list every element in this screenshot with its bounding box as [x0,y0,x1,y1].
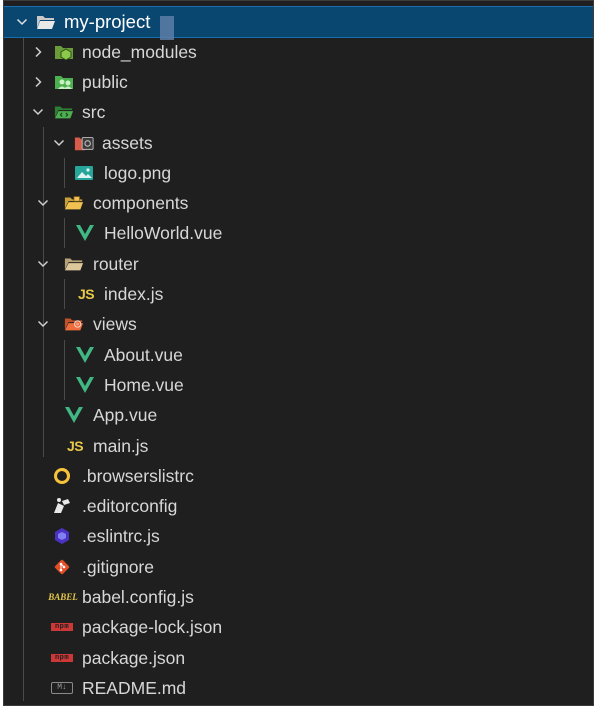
npm-badge: npm [51,654,73,662]
chevron-down-icon[interactable] [35,249,51,279]
tree-item-label: node_modules [82,42,197,62]
chevron-down-icon[interactable] [35,188,51,218]
tree-item-assets[interactable]: assets [4,128,593,158]
js-file-icon: JS [77,286,95,302]
explorer-root-folder[interactable]: my-project [4,6,593,40]
babel-icon: BABEL [48,592,78,602]
tree-item-package-json[interactable]: npm package.json [4,643,593,673]
folder-open-icon [36,12,56,32]
tree-item-label: HelloWorld.vue [104,223,223,243]
tree-item-label: README.md [82,678,187,698]
public-folder-icon [54,72,74,92]
js-file-icon: JS [66,438,84,454]
image-file-icon [74,163,94,183]
tree-item-label: logo.png [104,163,172,183]
tree-item-src[interactable]: src [4,97,593,127]
git-icon [52,557,72,577]
editorconfig-icon [52,496,72,516]
tree-item-index-js[interactable]: JS index.js [4,279,593,309]
tree-item-label: package.json [82,648,186,668]
tree-item-app-vue[interactable]: App.vue [4,400,593,430]
tree-item-home-vue[interactable]: Home.vue [4,370,593,400]
chevron-right-icon[interactable] [30,67,46,97]
tree-item-public[interactable]: public [4,67,593,97]
chevron-down-icon[interactable] [51,128,67,158]
vue-file-icon [64,405,84,425]
tree-item-browserslistrc[interactable]: .browserslistrc [4,461,593,491]
tree-item-label: babel.config.js [82,587,194,607]
tree-item-babel-config-js[interactable]: BABEL babel.config.js [4,582,593,612]
assets-folder-icon [74,133,94,153]
tree-item-eslintrc-js[interactable]: .eslintrc.js [4,521,593,551]
tree-item-about-vue[interactable]: About.vue [4,340,593,370]
tree-item-label: .browserslistrc [82,466,194,486]
markdown-badge: M↓ [51,682,73,694]
vue-file-icon [75,223,95,243]
browserslist-icon [52,466,72,486]
root-folder-label: my-project [64,11,151,32]
tree-item-label: package-lock.json [82,617,223,637]
tree-item-node-modules[interactable]: node_modules [4,37,593,67]
chevron-down-icon[interactable] [14,7,30,37]
vue-file-icon [75,375,95,395]
tree-item-label: .editorconfig [82,496,178,516]
chevron-right-icon[interactable] [30,37,46,67]
tree-item-label: index.js [104,284,164,304]
tree-item-package-lock-json[interactable]: npm package-lock.json [4,612,593,642]
eslint-icon [52,526,72,546]
npm-badge: npm [51,623,73,631]
vue-file-icon [75,345,95,365]
tree-item-label: views [93,314,137,334]
tree-item-label: components [93,193,189,213]
tree-item-editorconfig[interactable]: .editorconfig [4,491,593,521]
tree-item-logo-png[interactable]: logo.png [4,158,593,188]
tree-item-label: Home.vue [104,375,184,395]
tree-item-label: About.vue [104,345,183,365]
tree-item-main-js[interactable]: JS main.js [4,431,593,461]
tree-item-label: src [82,102,106,122]
tree-item-readme-md[interactable]: M↓ README.md [4,673,593,703]
npm-icon: npm [50,617,74,637]
npm-icon: npm [50,648,74,668]
tree-item-router[interactable]: router [4,249,593,279]
views-folder-icon [64,314,84,334]
chevron-down-icon[interactable] [35,309,51,339]
tree-item-helloworld-vue[interactable]: HelloWorld.vue [4,218,593,248]
markdown-icon: M↓ [50,678,74,698]
components-folder-icon [64,193,84,213]
tree-item-label: App.vue [93,405,158,425]
chevron-down-icon[interactable] [30,97,46,127]
tree-item-label: main.js [93,436,149,456]
folder-icon [64,254,84,274]
tree-item-label: public [82,72,128,92]
tree-item-views[interactable]: views [4,309,593,339]
tree-item-label: router [93,254,139,274]
tree-item-components[interactable]: components [4,188,593,218]
tree-item-label: .gitignore [82,557,154,577]
node-folder-icon [54,42,74,62]
tree-item-label: assets [102,133,153,153]
src-folder-icon [54,102,74,122]
file-explorer: my-project node_modules public src asset… [3,0,594,706]
tree-item-gitignore[interactable]: .gitignore [4,552,593,582]
tree-item-label: .eslintrc.js [82,526,160,546]
